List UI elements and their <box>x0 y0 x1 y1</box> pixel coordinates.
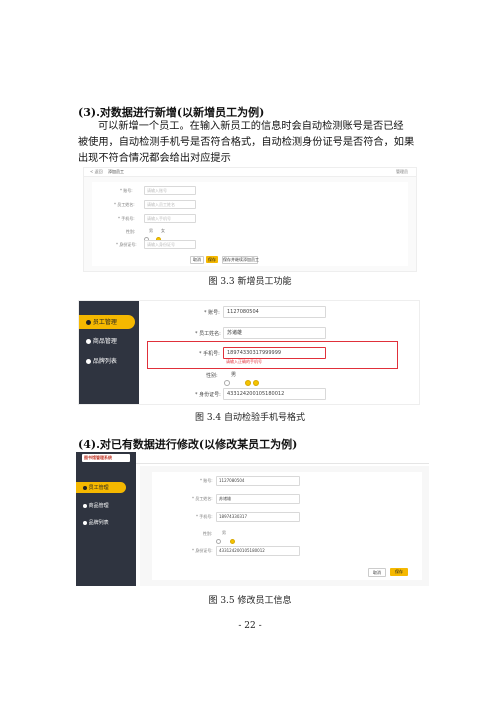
fig35-nav-label-employees: 员工管理 <box>88 485 109 491</box>
nav-label-employees: 员工管理 <box>92 319 117 326</box>
fig34-caption: 图 3.4 自动检验手机号格式 <box>194 413 306 423</box>
fig35-gender-label: 性别: <box>203 531 213 536</box>
save-button[interactable]: 保存 <box>206 256 218 263</box>
section3-heading: (3).对数据进行新增(以新增员工为例) <box>78 106 265 119</box>
idcard-label: * 身份证号: <box>116 242 137 247</box>
save-continue-button[interactable]: 保存并继续添加员工 <box>222 256 259 264</box>
fig35-form: * 账号: 1127080504 * 员工姓名: 苏诸雄 * 手机号: 1897… <box>152 472 422 580</box>
para-line-2: 被使用，自动检测手机号是否符合格式，自动检测身份证号是否符合，如果 <box>78 137 415 148</box>
fig34-gender-label: 性别: <box>206 373 218 379</box>
gender-label: 性别: <box>126 229 136 234</box>
fig35-brand-icon <box>83 520 87 525</box>
fig35-nav-label-goods: 商品管理 <box>88 503 109 509</box>
back-link[interactable]: < 返回 <box>90 169 103 175</box>
fig35-user-icon <box>83 485 87 490</box>
nav-label-brands: 品牌列表 <box>92 358 117 365</box>
fig35-phone-input[interactable]: 18974330317 <box>216 512 300 522</box>
fig35-save-button[interactable]: 保存 <box>390 568 408 576</box>
fig35-content: * 账号: 1127080504 * 员工姓名: 苏诸雄 * 手机号: 1897… <box>140 466 429 586</box>
gender-male-label: 男 <box>149 228 153 233</box>
para-line-3: 出现不符合情况都会给出对应提示 <box>78 153 231 164</box>
name-input[interactable]: 请输入员工姓名 <box>144 200 196 209</box>
section4-heading: (4).对已有数据进行修改(以修改某员工为例) <box>78 438 298 451</box>
fig35-name-input[interactable]: 苏诸雄 <box>216 494 300 504</box>
fig33-form: * 账号: 请输入账号 * 员工姓名: 请输入员工姓名 * 手机号: 请输入手机… <box>92 182 408 266</box>
phone-input[interactable]: 请输入手机号 <box>144 214 196 223</box>
fig35-name-label: * 员工姓名: <box>192 496 213 501</box>
name-label: * 员工姓名: <box>114 202 135 207</box>
fig35-phone-label: * 手机号: <box>196 514 213 519</box>
figure-3-5: 图书馆管理系统 员工管理 商品管理 品牌列表 * 账号: 1127080504 … <box>76 452 429 586</box>
nav-item-goods[interactable]: 商品管理 <box>86 336 117 345</box>
fig35-caption: 图 3.5 修改员工信息 <box>208 596 292 606</box>
fig34-id-input[interactable]: 433124200105180012 <box>223 388 326 400</box>
fig35-account-input[interactable]: 1127080504 <box>216 476 300 486</box>
phone-label: * 手机号: <box>118 216 135 221</box>
account-label: * 账号: <box>120 188 133 193</box>
fig34-account-label: * 账号: <box>204 310 220 316</box>
user-name[interactable]: 管理员 <box>396 169 408 175</box>
gender-female-label: 女 <box>161 228 165 233</box>
fig33-title: 添加员工 <box>108 169 124 174</box>
fig34-name-input[interactable]: 苏诸雄 <box>223 327 326 339</box>
figure-3-4: 员工管理 商品管理 品牌列表 * 账号: 1127080504 * 员工姓名: … <box>78 300 420 405</box>
fig34-sidebar: 员工管理 商品管理 品牌列表 <box>79 301 139 404</box>
fig34-phone-input[interactable]: 18974330317999999 <box>223 347 326 359</box>
fig35-account-label: * 账号: <box>200 478 213 483</box>
figure-3-3: < 返回 添加员工 管理员 * 账号: 请输入账号 * 员工姓名: 请输入员工姓… <box>83 167 417 272</box>
fig34-phone-label: * 手机号: <box>199 351 220 357</box>
fig35-nav-label-brands: 品牌列表 <box>88 520 109 526</box>
brand-icon <box>86 359 91 364</box>
idcard-input[interactable]: 请输入身份证号 <box>144 240 196 249</box>
fig35-nav-item-goods[interactable]: 商品管理 <box>83 502 109 509</box>
page-number: - 22 - <box>238 621 262 631</box>
goods-icon <box>86 339 91 344</box>
fig34-id-label: * 身份证号: <box>195 392 221 398</box>
nav-item-employees[interactable]: 员工管理 <box>86 317 117 326</box>
account-input[interactable]: 请输入账号 <box>144 186 196 195</box>
logo: 图书馆管理系统 <box>82 454 130 462</box>
fig33-topbar: < 返回 添加员工 管理员 <box>84 168 416 177</box>
para-line-1: 可以新增一个员工。在输入新员工的信息时会自动检测账号是否已经 <box>98 121 404 132</box>
section3-paragraph: 可以新增一个员工。在输入新员工的信息时会自动检测账号是否已经 被使用，自动检测手… <box>78 119 418 167</box>
logo-text: 图书馆管理系统 <box>84 455 112 460</box>
fig35-topbar-line <box>136 463 429 464</box>
fig34-gender-male-label: 男 <box>231 372 237 378</box>
phone-error-message: 请输入正确的手机号 <box>226 359 262 364</box>
fig33-caption: 图 3.3 新增员工功能 <box>208 277 292 287</box>
fig35-sidebar: 图书馆管理系统 员工管理 商品管理 品牌列表 <box>76 452 136 586</box>
cancel-button[interactable]: 取消 <box>190 256 204 264</box>
fig35-gender-male-label: 男 <box>222 530 226 535</box>
fig35-nav-item-brands[interactable]: 品牌列表 <box>83 519 109 526</box>
fig35-id-label: * 身份证号: <box>192 548 213 553</box>
user-icon <box>86 320 91 325</box>
nav-label-goods: 商品管理 <box>92 338 117 345</box>
fig34-account-input[interactable]: 1127080504 <box>223 306 326 318</box>
fig34-name-label: * 员工姓名: <box>195 331 221 337</box>
fig35-id-input[interactable]: 433124200105180012 <box>216 546 300 556</box>
fig35-cancel-button[interactable]: 取消 <box>368 568 386 577</box>
fig35-nav-item-employees[interactable]: 员工管理 <box>83 484 109 491</box>
nav-item-brands[interactable]: 品牌列表 <box>86 356 117 365</box>
fig35-goods-icon <box>83 503 87 508</box>
